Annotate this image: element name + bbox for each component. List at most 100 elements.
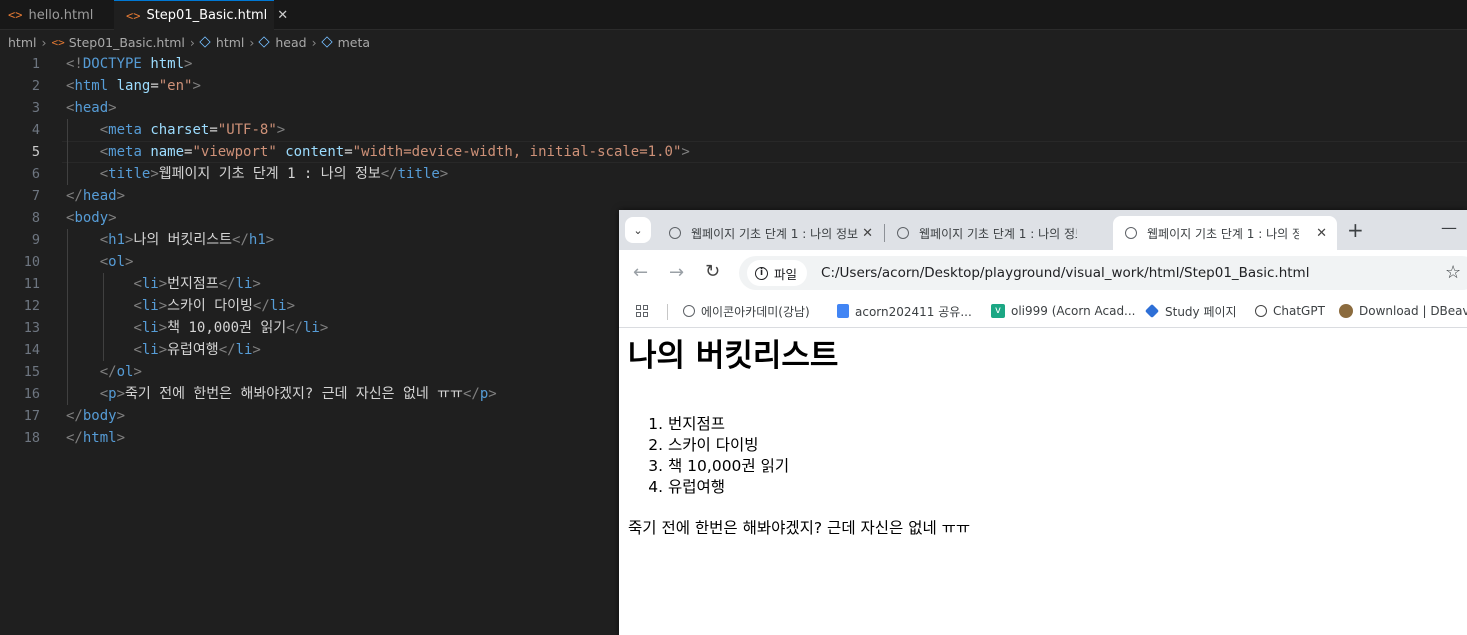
html-file-icon: <> [8, 8, 23, 22]
browser-tab[interactable]: 웹페이지 기초 단계 1 : 나의 정보 [885, 216, 1111, 250]
bookmark-star-icon[interactable]: ☆ [1445, 262, 1461, 283]
line-number: 8 [31, 210, 40, 226]
line-number: 4 [31, 122, 40, 138]
editor-tab-bar: <> hello.html <> Step01_Basic.html ✕ [0, 0, 1467, 30]
chatgpt-icon [1255, 305, 1267, 317]
breadcrumb: html › <> Step01_Basic.html › html › head › m… [0, 31, 1467, 53]
code-line[interactable]: 17 </body> [0, 405, 620, 427]
minimize-button[interactable]: — [1441, 218, 1457, 237]
breadcrumb-item[interactable]: head [275, 35, 306, 50]
line-number: 9 [31, 232, 40, 248]
code-line[interactable]: 10 <ol> [0, 251, 620, 273]
code-text: <li>스카이 다이빙</li> [133, 298, 296, 314]
rendered-page: 나의 버킷리스트 번지점프 스카이 다이빙 책 10,000권 읽기 유럽여행 … [619, 328, 1467, 635]
code-text: <head> [66, 100, 117, 116]
line-number: 1 [31, 56, 40, 72]
code-text: <p>죽기 전에 한번은 해봐야겠지? 근데 자신은 없네 ㅠㅠ</p> [99, 386, 497, 402]
code-line[interactable]: 18 </html> [0, 427, 620, 449]
code-text: <!DOCTYPE html> [66, 56, 193, 72]
line-number: 6 [31, 166, 40, 182]
code-line[interactable]: 4 <meta charset="UTF-8"> [0, 119, 620, 141]
browser-tab[interactable]: 웹페이지 기초 단계 1 : 나의 정보 ✕ [657, 216, 883, 250]
globe-icon [1125, 227, 1137, 239]
code-line[interactable]: 13 <li>책 10,000권 읽기</li> [0, 317, 620, 339]
tab-search-button[interactable]: ⌄ [625, 217, 651, 243]
browser-tab-title: 웹페이지 기초 단계 1 : 나의 정보 [1147, 226, 1299, 241]
code-line[interactable]: 14 <li>유럽여행</li> [0, 339, 620, 361]
chevron-right-icon: › [189, 34, 195, 50]
breadcrumb-item[interactable]: meta [338, 35, 370, 50]
chevron-right-icon: › [311, 34, 317, 50]
reload-icon[interactable]: ↻ [705, 261, 720, 282]
bookmark-label: Download | DBeave [1359, 304, 1467, 318]
code-line[interactable]: 2 <html lang="en"> [0, 75, 620, 97]
code-line[interactable]: 12 <li>스카이 다이빙</li> [0, 295, 620, 317]
line-number: 16 [23, 386, 40, 402]
globe-icon [683, 305, 695, 317]
breadcrumb-item[interactable]: html [216, 35, 244, 50]
url-text[interactable]: C:/Users/acorn/Desktop/playground/visual… [821, 265, 1309, 281]
code-line[interactable]: 8 <body> [0, 207, 620, 229]
code-text: <meta name="viewport" content="width=dev… [99, 144, 690, 160]
bookmark-item[interactable]: Download | DBeave [1339, 296, 1467, 326]
code-line[interactable]: 11 <li>번지점프</li> [0, 273, 620, 295]
site-info-chip[interactable]: i 파일 [747, 260, 808, 286]
line-number: 3 [31, 100, 40, 116]
chevron-right-icon: › [41, 34, 47, 50]
code-text: </head> [66, 188, 126, 204]
bookmark-label: Study 페이지 [1165, 304, 1237, 319]
line-number: 12 [23, 298, 40, 314]
code-text: <html lang="en"> [66, 78, 201, 94]
line-number: 17 [23, 408, 40, 424]
code-line[interactable]: 3 <head> [0, 97, 620, 119]
code-text: <li>유럽여행</li> [133, 342, 261, 358]
browser-tab-strip: ⌄ 웹페이지 기초 단계 1 : 나의 정보 ✕ 웹페이지 기초 단계 1 : … [619, 210, 1467, 250]
address-bar[interactable]: i 파일 C:/Users/acorn/Desktop/playground/v… [739, 256, 1467, 290]
code-text: </ol> [99, 364, 142, 380]
apps-button[interactable] [636, 296, 648, 326]
globe-icon [669, 227, 681, 239]
editor-tab-hello[interactable]: <> hello.html [0, 0, 114, 30]
code-line[interactable]: 9 <h1>나의 버킷리스트</h1> [0, 229, 620, 251]
breadcrumb-item[interactable]: html [8, 35, 36, 50]
page-paragraph: 죽기 전에 한번은 해봐야겠지? 근데 자신은 없네 ㅠㅠ [628, 519, 971, 537]
editor-tab-step01[interactable]: <> Step01_Basic.html ✕ [114, 0, 288, 30]
code-line[interactable]: 16 <p>죽기 전에 한번은 해봐야겠지? 근데 자신은 없네 ㅠㅠ</p> [0, 383, 620, 405]
bookmark-item[interactable]: acorn202411 공유... [837, 296, 972, 326]
bookmarks-divider [667, 304, 668, 320]
close-icon[interactable]: ✕ [1316, 226, 1327, 241]
bookmark-item[interactable]: v oli999 (Acorn Acad... [991, 296, 1136, 326]
editor-tab-label: hello.html [28, 7, 94, 23]
line-number: 13 [23, 320, 40, 336]
new-tab-button[interactable]: + [1347, 218, 1364, 242]
apps-grid-icon [636, 305, 648, 317]
code-text: </body> [66, 408, 126, 424]
code-line[interactable]: 1 <!DOCTYPE html> [0, 53, 620, 75]
info-icon: i [755, 266, 768, 280]
bookmark-item[interactable]: Study 페이지 [1144, 296, 1237, 326]
browser-tab-title: 웹페이지 기초 단계 1 : 나의 정보 [691, 226, 859, 241]
close-icon[interactable]: ✕ [862, 226, 873, 241]
close-icon[interactable]: ✕ [277, 8, 288, 23]
code-text: <meta charset="UTF-8"> [99, 122, 286, 138]
code-editor[interactable]: 1 <!DOCTYPE html> 2 <html lang="en"> 3 <head>… [0, 53, 690, 449]
code-line[interactable]: 15 </ol> [0, 361, 620, 383]
code-line[interactable]: 7 </head> [0, 185, 620, 207]
browser-tab-active[interactable]: 웹페이지 기초 단계 1 : 나의 정보 ✕ [1113, 216, 1337, 250]
list-item: 스카이 다이빙 [668, 435, 789, 456]
bookmarks-bar: 에이콘아카데미(강남) acorn202411 공유... v oli999 (… [619, 296, 1467, 328]
back-arrow-icon[interactable]: ← [633, 262, 648, 283]
diamond-icon [1144, 303, 1160, 319]
html-file-icon: <> [51, 35, 65, 49]
file-chip-label: 파일 [774, 266, 798, 282]
list-item: 책 10,000권 읽기 [668, 456, 789, 477]
globe-icon [897, 227, 909, 239]
code-line[interactable]: 5 <meta name="viewport" content="width=d… [0, 141, 690, 163]
bookmark-item[interactable]: ChatGPT [1255, 296, 1325, 326]
code-line[interactable]: 6 <title>웹페이지 기초 단계 1 : 나의 정보</title> [0, 163, 620, 185]
bookmark-item[interactable]: 에이콘아카데미(강남) [683, 296, 810, 326]
code-text: <title>웹페이지 기초 단계 1 : 나의 정보</title> [99, 166, 449, 182]
chevron-down-icon: ⌄ [633, 223, 643, 237]
breadcrumb-item[interactable]: Step01_Basic.html [69, 35, 185, 50]
forward-arrow-icon[interactable]: → [669, 262, 684, 283]
